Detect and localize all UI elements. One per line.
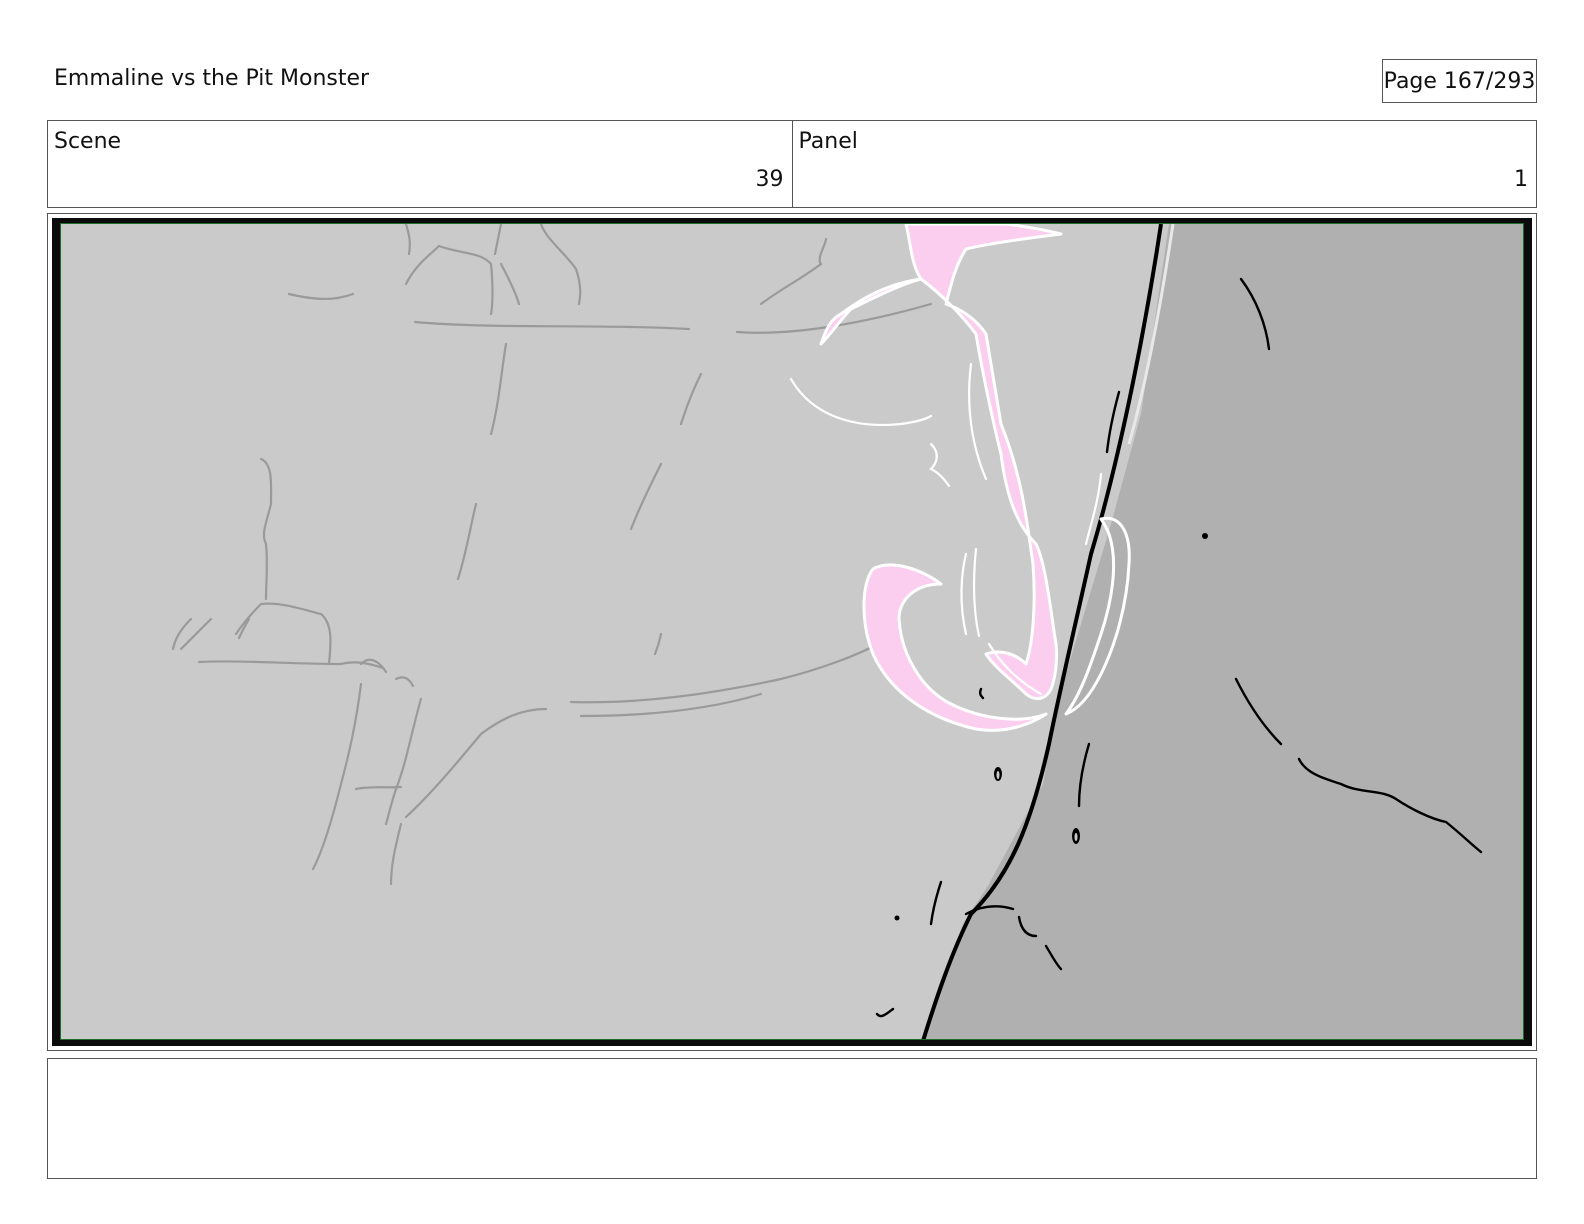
panel-label: Panel <box>798 129 858 154</box>
page-indicator: Page 167/293 <box>1382 59 1537 103</box>
panel-number: 1 <box>1514 167 1528 192</box>
scene-cell: Scene 39 <box>48 121 792 207</box>
panel-notes <box>47 1058 1537 1179</box>
scene-panel-info: Scene 39 Panel 1 <box>47 120 1537 208</box>
storyboard-title: Emmaline vs the Pit Monster <box>54 66 370 91</box>
scene-label: Scene <box>54 129 122 154</box>
scene-number: 39 <box>755 167 784 192</box>
panel-cell: Panel 1 <box>791 121 1537 207</box>
panel-artwork <box>60 223 1524 1040</box>
